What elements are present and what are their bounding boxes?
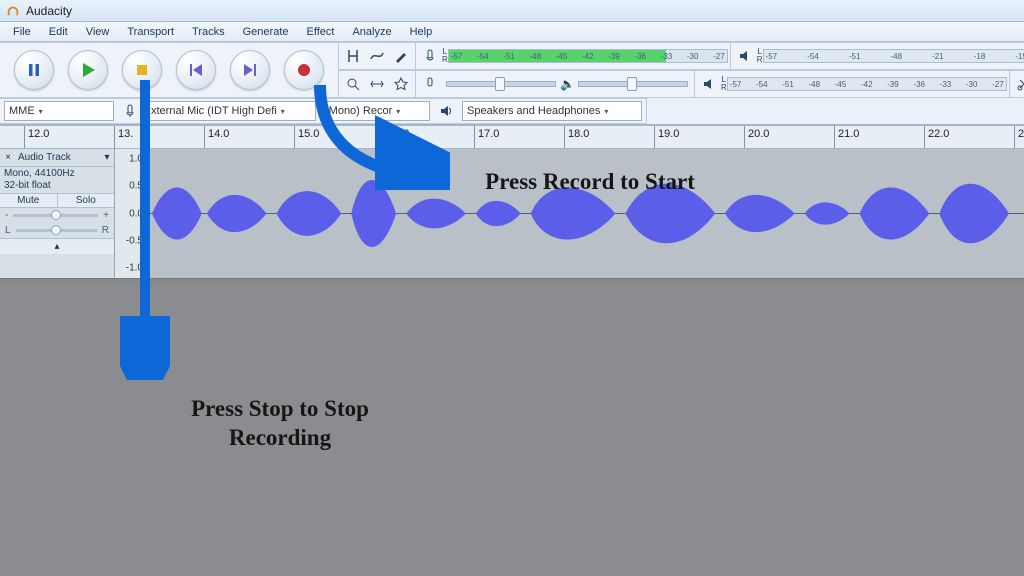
solo-button[interactable]: Solo xyxy=(58,194,115,207)
rec-level-meter[interactable]: -57-54-51-48-45-42-39-36-33-30-27 xyxy=(448,49,728,63)
headphones-icon xyxy=(6,4,20,18)
ruler-tick: 18.0 xyxy=(564,126,589,148)
mute-button[interactable]: Mute xyxy=(0,194,58,207)
tools-toolbar xyxy=(338,42,416,70)
stop-arrow-annotation xyxy=(120,80,170,380)
menu-effect[interactable]: Effect xyxy=(300,24,342,40)
speaker-icon-small[interactable] xyxy=(733,44,757,68)
menu-file[interactable]: File xyxy=(6,24,38,40)
gain-slider[interactable]: - + xyxy=(0,208,114,223)
menu-transport[interactable]: Transport xyxy=(120,24,181,40)
cut-button[interactable] xyxy=(1012,72,1024,96)
play-device-combo[interactable]: Speakers and Headphones ▾ xyxy=(462,101,642,121)
window-titlebar: Audacity xyxy=(0,0,1024,22)
menu-analyze[interactable]: Analyze xyxy=(345,24,398,40)
envelope-tool[interactable] xyxy=(365,44,389,68)
chevron-down-icon: ▾ xyxy=(39,107,43,116)
pan-slider[interactable]: L R xyxy=(0,223,114,238)
speaker-meter-icon[interactable] xyxy=(697,72,721,96)
record-arrow-annotation xyxy=(300,80,450,190)
track-info: Mono, 44100Hz 32-bit float xyxy=(0,167,114,193)
track-control-panel: × Audio Track ▾ Mono, 44100Hz 32-bit flo… xyxy=(0,149,115,278)
edit-toolbar xyxy=(1009,70,1024,98)
play-volume-slider[interactable] xyxy=(578,81,688,87)
ruler-tick: 21.0 xyxy=(834,126,859,148)
right-meter[interactable]: -57-54-51-48-21-18-15-12-9-6-30 xyxy=(763,49,1024,63)
skip-end-button[interactable] xyxy=(230,50,270,90)
ruler-tick: 12.0 xyxy=(24,126,49,148)
stop-hint-text: Press Stop to Stop Recording xyxy=(150,395,410,453)
rec-volume-slider[interactable] xyxy=(446,81,556,87)
menu-bar: File Edit View Transport Tracks Generate… xyxy=(0,22,1024,42)
menu-view[interactable]: View xyxy=(79,24,117,40)
ruler-tick: 14.0 xyxy=(204,126,229,148)
rec-meter-group: LR -57-54-51-48-45-42-39-36-33-30-27 xyxy=(415,42,731,70)
chevron-down-icon: ▾ xyxy=(281,107,285,116)
menu-generate[interactable]: Generate xyxy=(236,24,296,40)
play-meter-group: LR -57-54-51-48-45-42-39-36-33-30-27 xyxy=(694,70,1010,98)
play-button[interactable] xyxy=(68,50,108,90)
record-hint-text: Press Record to Start xyxy=(440,168,740,197)
play-level-meter[interactable]: -57-54-51-48-45-42-39-36-33-30-27 xyxy=(727,77,1007,91)
selection-tool[interactable] xyxy=(341,44,365,68)
host-label: MME xyxy=(9,105,35,117)
rec-device-combo[interactable]: xternal Mic (IDT High Defi ▾ xyxy=(146,101,316,121)
skip-start-button[interactable] xyxy=(176,50,216,90)
collapse-button[interactable]: ▴ xyxy=(0,238,114,254)
menu-tracks[interactable]: Tracks xyxy=(185,24,232,40)
audio-host-combo[interactable]: MME ▾ xyxy=(4,101,114,121)
ruler-tick: 23.0 xyxy=(1014,126,1024,148)
track-name[interactable]: Audio Track xyxy=(16,152,100,163)
ruler-tick: 17.0 xyxy=(474,126,499,148)
draw-tool[interactable] xyxy=(389,44,413,68)
pause-button[interactable] xyxy=(14,50,54,90)
ruler-tick: 19.0 xyxy=(654,126,679,148)
menu-edit[interactable]: Edit xyxy=(42,24,75,40)
mic-icon-small[interactable] xyxy=(418,44,442,68)
menu-help[interactable]: Help xyxy=(403,24,440,40)
app-title: Audacity xyxy=(26,4,72,18)
ruler-tick: 20.0 xyxy=(744,126,769,148)
volume-sliders: 🔈 xyxy=(415,70,695,98)
track-menu-arrow[interactable]: ▾ xyxy=(100,152,114,163)
speaker-volume-icon: 🔈 xyxy=(560,77,574,91)
close-track-button[interactable]: × xyxy=(0,152,16,163)
play-device-label: Speakers and Headphones xyxy=(467,105,600,117)
right-meter-group: LR -57-54-51-48-21-18-15-12-9-6-30 xyxy=(730,42,1024,70)
ruler-tick: 22.0 xyxy=(924,126,949,148)
chevron-down-icon: ▾ xyxy=(604,107,608,116)
